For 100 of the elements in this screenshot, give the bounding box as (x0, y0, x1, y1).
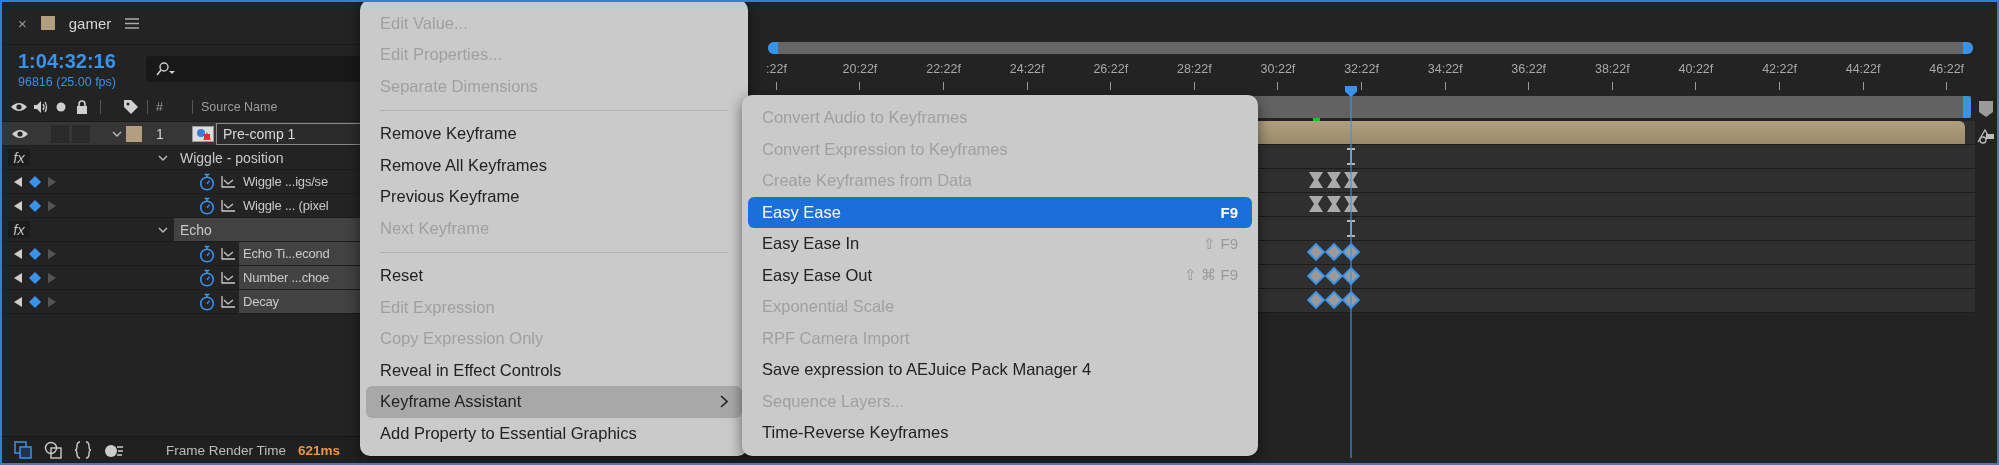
prev-keyframe-icon (14, 200, 22, 211)
property-name[interactable]: Decay (239, 290, 362, 313)
eye-icon (10, 101, 28, 113)
column-header[interactable]: # (156, 100, 186, 114)
next-keyframe-icon (48, 176, 56, 187)
stopwatch-icon (199, 196, 215, 215)
graph-icon (221, 175, 235, 188)
effect-name[interactable]: Echo (174, 218, 362, 241)
navigator-end-handle[interactable] (1963, 96, 1971, 118)
keyframe-icon (29, 199, 41, 212)
menu-icon (125, 17, 140, 29)
stopwatch-icon (199, 268, 215, 287)
next-keyframe-icon (48, 248, 56, 259)
layers-toggle-icon (14, 441, 32, 459)
property-name[interactable]: Wiggle ...igs/se (239, 170, 362, 193)
keyframe-icon (29, 247, 41, 260)
ruler-label: 24:22f (1009, 62, 1045, 76)
render-time: 621ms (298, 442, 341, 458)
search-field[interactable] (146, 56, 362, 82)
playhead[interactable] (1345, 86, 1357, 458)
hold-keyframe-icon[interactable] (1327, 172, 1341, 188)
expression-marker-icon (1346, 220, 1356, 237)
braces-toggle-icon (74, 441, 92, 459)
menu-item[interactable]: Keyframe Assistant (366, 386, 742, 418)
effect-fx-label: fx (8, 149, 30, 166)
ruler-label: 42:22f (1762, 62, 1797, 76)
prev-keyframe-icon (14, 176, 22, 187)
chevron-down-icon (158, 154, 168, 161)
stopwatch-icon (199, 244, 215, 263)
hold-keyframe-icon[interactable] (1344, 196, 1358, 212)
graph-icon (221, 295, 235, 308)
menu-item[interactable]: Add Property to Essential Graphics (366, 417, 742, 449)
comp-tab-title[interactable]: gamer (68, 14, 112, 32)
current-time[interactable]: 1:04:32:16 (18, 49, 146, 73)
eye-icon (11, 127, 29, 140)
menu-item[interactable]: Reset (366, 260, 742, 292)
keyframe-icon[interactable] (1325, 267, 1343, 285)
ruler-label: 34:22f (1427, 62, 1463, 76)
shapes-toggle-icon (44, 441, 62, 459)
next-keyframe-icon (48, 272, 56, 283)
hold-keyframe-icon[interactable] (1327, 196, 1341, 212)
ruler-label: 40:22f (1678, 62, 1714, 76)
ruler-label: 46:22f (1929, 62, 1965, 76)
layer-number: 1 (156, 125, 165, 142)
chevron-down-icon (112, 130, 122, 137)
keyframe-icon[interactable] (1342, 291, 1360, 309)
keyframe-icon[interactable] (1325, 243, 1343, 261)
keyframe-icon (29, 295, 41, 308)
column-header[interactable]: Source Name (201, 100, 278, 114)
menu-item[interactable]: Save expression to AEJuice Pack Manager 4 (748, 354, 1252, 386)
keyframe-icon[interactable] (1307, 291, 1325, 309)
graph-icon (221, 247, 235, 260)
keyframe-icon[interactable] (1307, 243, 1325, 261)
hold-keyframe-icon[interactable] (1309, 172, 1323, 188)
work-area-end-handle[interactable] (1963, 42, 1973, 54)
layer-name-field[interactable]: Pre-comp 1 (216, 122, 362, 145)
keyframe-icon[interactable] (1325, 291, 1343, 309)
prev-keyframe-icon (14, 296, 22, 307)
menu-item[interactable]: Time-Reverse Keyframes (748, 417, 1252, 449)
menu-item[interactable]: Easy Ease F9 (748, 196, 1252, 228)
ruler-label: 20:22f (842, 62, 878, 76)
precomp-icon (192, 125, 214, 142)
effect-name[interactable]: Wiggle - position (174, 146, 290, 169)
hold-keyframe-icon[interactable] (1344, 172, 1358, 188)
label-color-swatch[interactable] (126, 125, 142, 142)
menu-item[interactable]: Reveal in Effect Controls (366, 354, 742, 386)
speaker-icon (33, 100, 49, 114)
expression-marker-icon (1346, 148, 1356, 165)
keyframe-icon[interactable] (1342, 243, 1360, 261)
keyframe-icon[interactable] (1342, 267, 1360, 285)
property-name[interactable]: Echo Ti...econd (239, 242, 362, 265)
graph-icon (221, 271, 235, 284)
menu-item[interactable]: Remove All Keyframes (366, 149, 742, 181)
menu-item[interactable]: Remove Keyframe (366, 118, 742, 150)
hold-keyframe-icon[interactable] (1309, 196, 1323, 212)
effect-fx-label: fx (8, 221, 30, 238)
chevron-down-icon (158, 226, 168, 233)
prev-keyframe-icon (14, 248, 22, 259)
marker-icon (1978, 100, 1994, 118)
lock-icon (76, 100, 88, 114)
keyframe-icon[interactable] (1307, 267, 1325, 285)
close-button[interactable]: × (18, 14, 27, 32)
keyframe-icon (29, 175, 41, 188)
graph-icon (221, 199, 235, 212)
property-name[interactable]: Number ...choe (239, 266, 362, 289)
solo-dot-icon (56, 102, 66, 112)
keyframe-icon (29, 271, 41, 284)
stopwatch-icon (199, 292, 215, 311)
menu-item[interactable]: Previous Keyframe (366, 181, 742, 213)
chevron-right-icon (720, 395, 728, 409)
next-keyframe-icon (48, 200, 56, 211)
layer-row[interactable]: 1 Pre-comp 1 (2, 122, 362, 146)
property-name[interactable]: Wiggle ... (pixel (239, 194, 362, 217)
ruler-label: 30:22f (1260, 62, 1296, 76)
comp-color-swatch (40, 16, 55, 30)
work-area-start-handle[interactable] (768, 42, 778, 54)
ruler-label: :22f (766, 62, 787, 76)
tag-icon (123, 99, 139, 115)
search-icon (156, 62, 176, 76)
cache-mark (1313, 118, 1320, 121)
